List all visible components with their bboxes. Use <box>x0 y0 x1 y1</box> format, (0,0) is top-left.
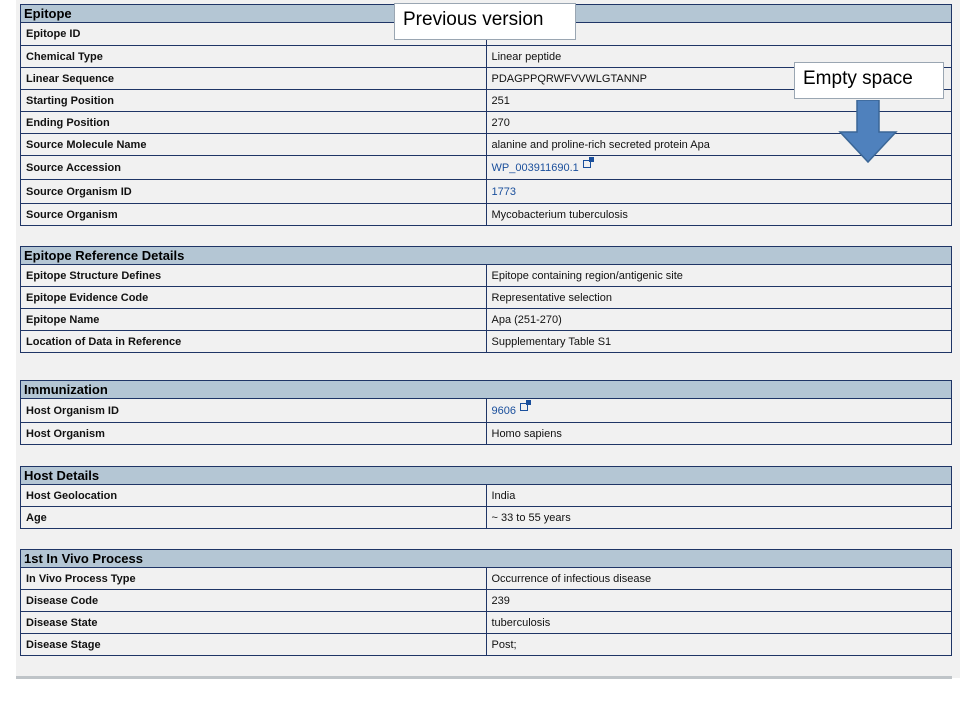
immunization-section: Immunization Host Organism ID 9606 Host … <box>20 380 952 445</box>
source-organism-value: Mycobacterium tuberculosis <box>485 203 952 226</box>
chemical-type-label: Chemical Type <box>20 45 487 68</box>
disease-state-value: tuberculosis <box>485 611 952 634</box>
down-arrow-icon <box>838 100 898 164</box>
host-organism-label: Host Organism <box>20 422 487 445</box>
previous-version-callout: Previous version <box>394 3 576 40</box>
process-type-label: In Vivo Process Type <box>20 567 487 590</box>
structure-defines-value: Epitope containing region/antigenic site <box>485 264 952 287</box>
source-accession-label: Source Accession <box>20 155 487 180</box>
disease-code-value: 239 <box>485 589 952 612</box>
epitope-name-value: Apa (251-270) <box>485 308 952 331</box>
empty-space-callout: Empty space <box>794 62 944 99</box>
section-title-immunization: Immunization <box>20 380 952 399</box>
age-label: Age <box>20 506 487 529</box>
data-location-label: Location of Data in Reference <box>20 330 487 353</box>
host-organism-value: Homo sapiens <box>485 422 952 445</box>
ending-position-label: Ending Position <box>20 111 487 134</box>
in-vivo-process-section: 1st In Vivo Process In Vivo Process Type… <box>20 549 952 656</box>
linear-sequence-label: Linear Sequence <box>20 67 487 90</box>
section-title-reference: Epitope Reference Details <box>20 246 952 265</box>
external-link-icon[interactable] <box>519 399 531 411</box>
evidence-code-label: Epitope Evidence Code <box>20 286 487 309</box>
external-link-icon[interactable] <box>582 156 594 168</box>
epitope-name-label: Epitope Name <box>20 308 487 331</box>
evidence-code-value: Representative selection <box>485 286 952 309</box>
age-value: ~ 33 to 55 years <box>485 506 952 529</box>
disease-state-label: Disease State <box>20 611 487 634</box>
data-location-value: Supplementary Table S1 <box>485 330 952 353</box>
host-geolocation-value: India <box>485 484 952 507</box>
host-organism-id-label: Host Organism ID <box>20 398 487 423</box>
disease-stage-label: Disease Stage <box>20 633 487 656</box>
source-organism-id-label: Source Organism ID <box>20 179 487 204</box>
disease-stage-value: Post; <box>485 633 952 656</box>
source-organism-label: Source Organism <box>20 203 487 226</box>
structure-defines-label: Epitope Structure Defines <box>20 264 487 287</box>
host-organism-id-link[interactable]: 9606 <box>492 405 516 417</box>
host-details-section: Host Details Host Geolocation India Age … <box>20 466 952 529</box>
source-organism-id-link[interactable]: 1773 <box>492 186 516 198</box>
bottom-divider <box>16 676 952 679</box>
section-title-in-vivo: 1st In Vivo Process <box>20 549 952 568</box>
disease-code-label: Disease Code <box>20 589 487 612</box>
source-accession-link[interactable]: WP_003911690.1 <box>492 162 579 174</box>
starting-position-label: Starting Position <box>20 89 487 112</box>
section-title-host-details: Host Details <box>20 466 952 485</box>
process-type-value: Occurrence of infectious disease <box>485 567 952 590</box>
reference-section: Epitope Reference Details Epitope Struct… <box>20 246 952 353</box>
host-geolocation-label: Host Geolocation <box>20 484 487 507</box>
source-molecule-name-label: Source Molecule Name <box>20 133 487 156</box>
